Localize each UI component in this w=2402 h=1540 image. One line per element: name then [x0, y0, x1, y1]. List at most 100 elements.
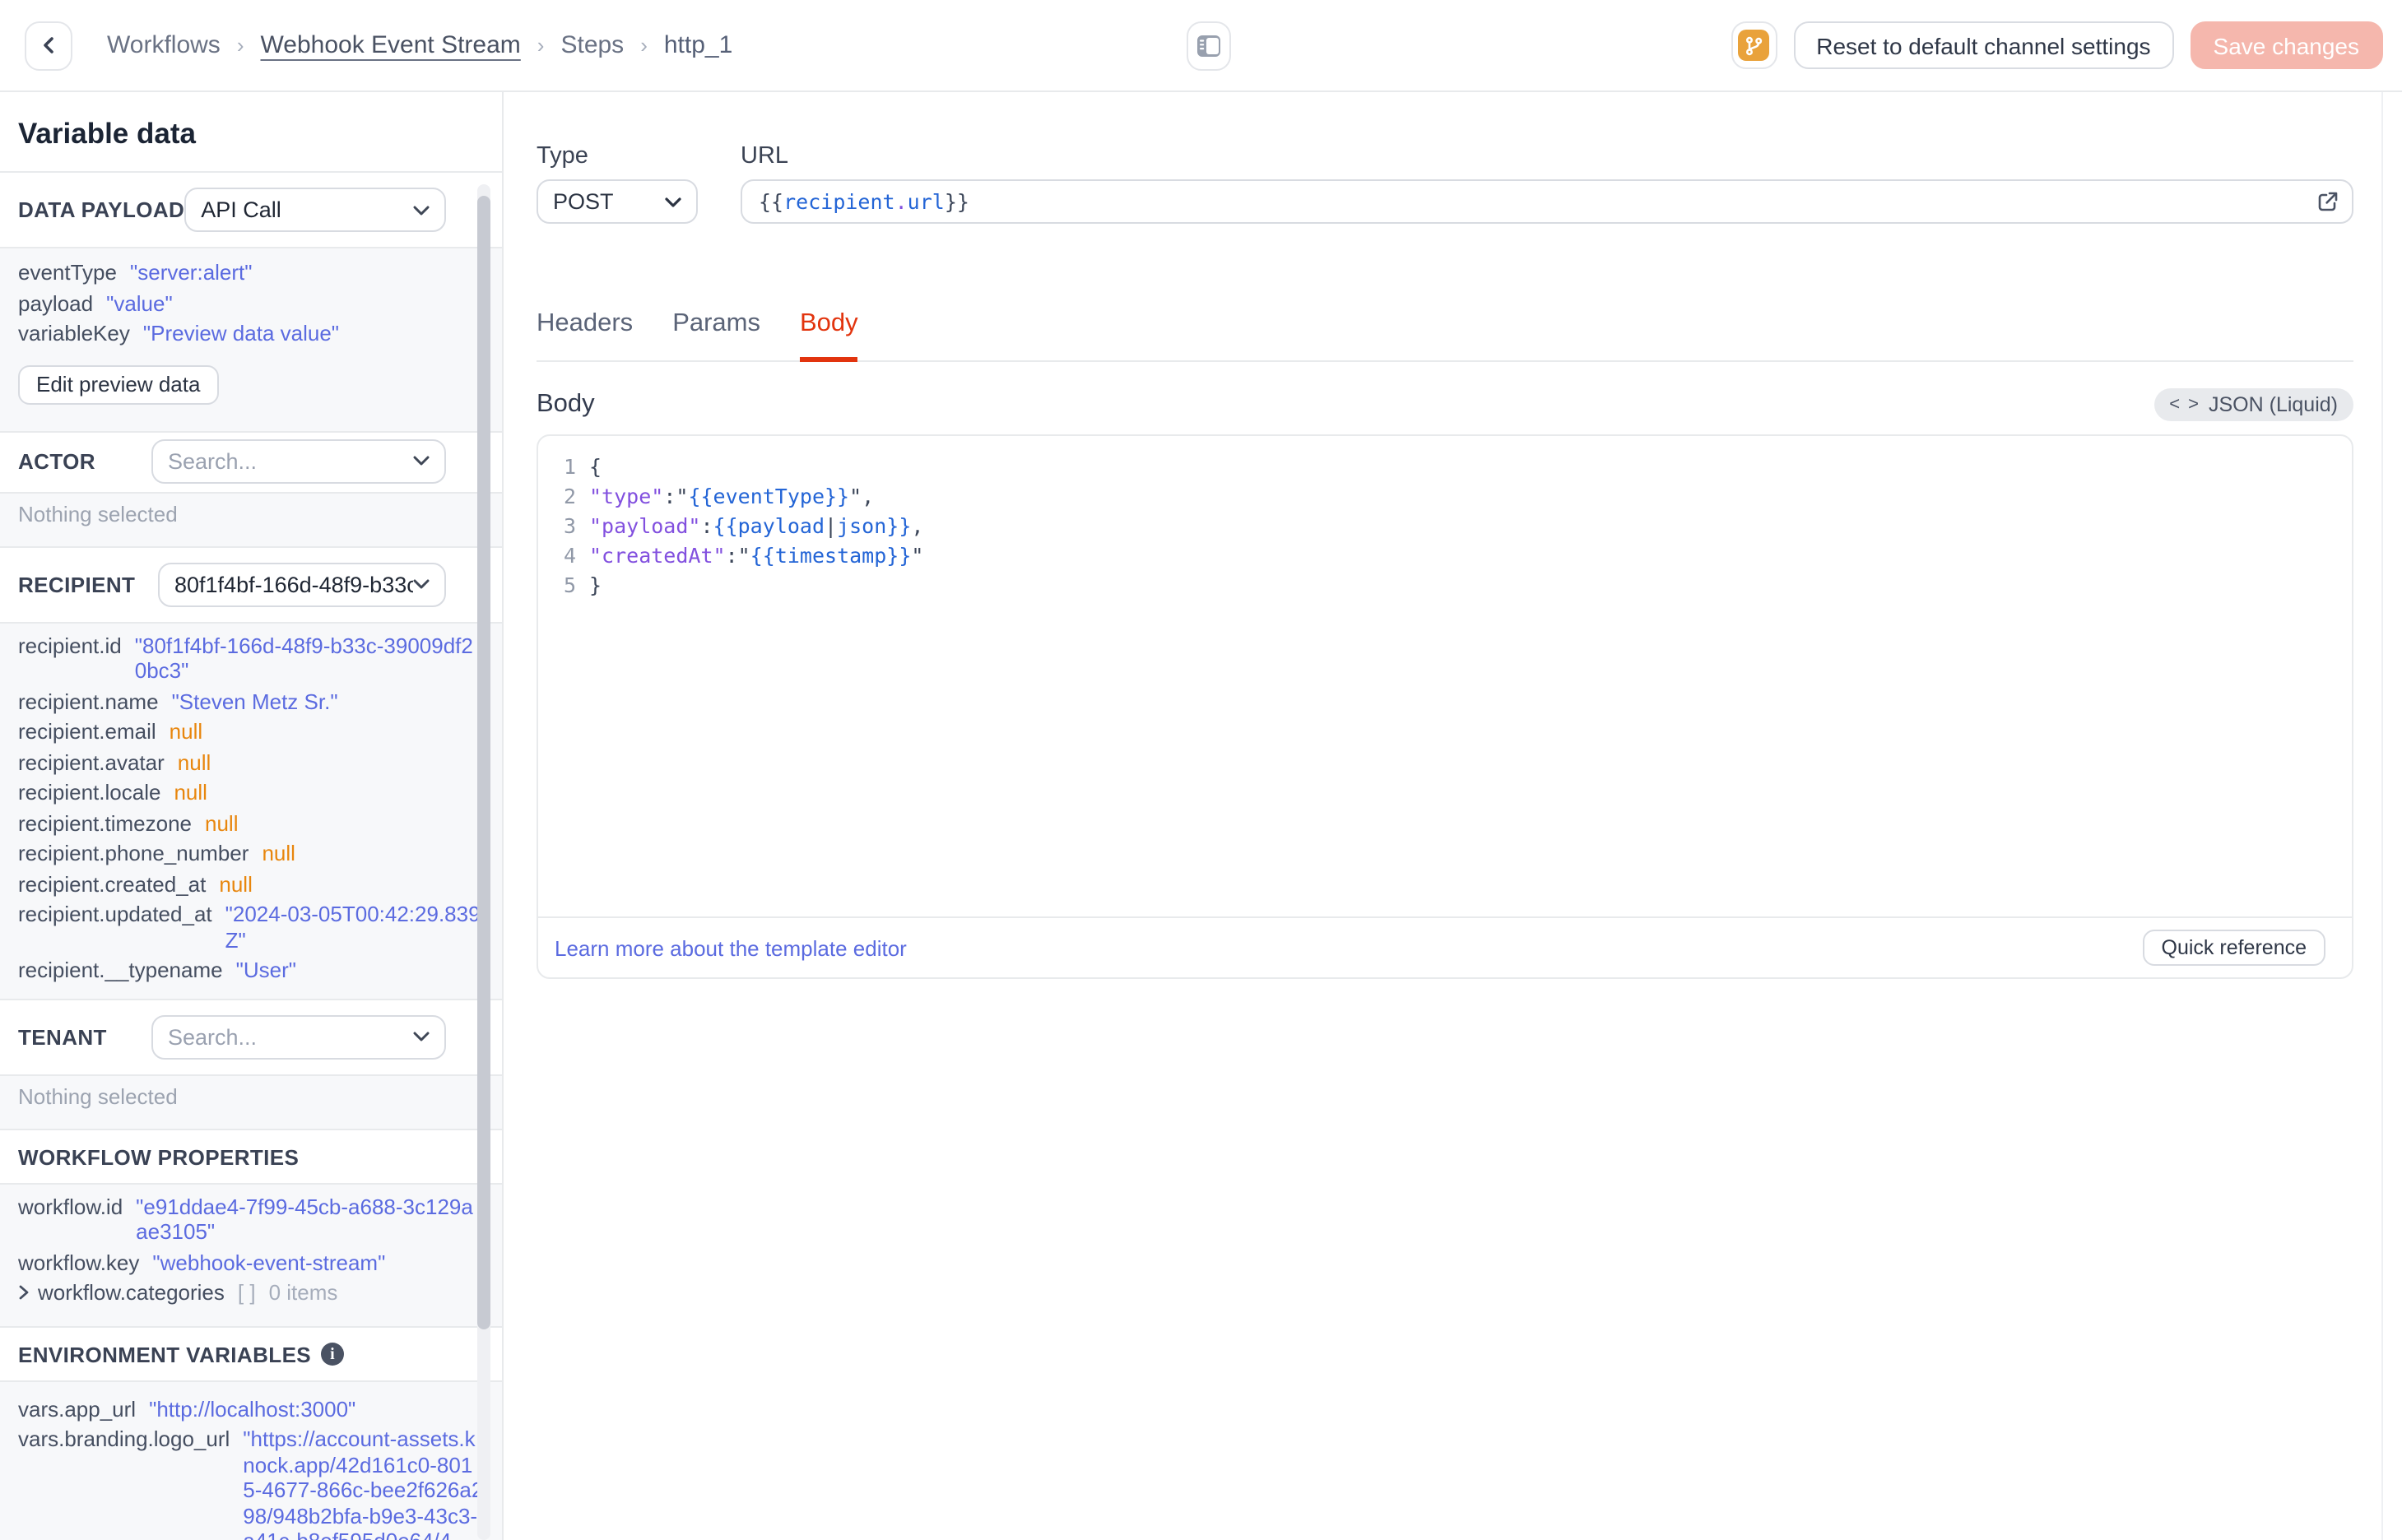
- kv-key: payload: [18, 290, 94, 315]
- kv-key: recipient.locale: [18, 780, 161, 805]
- line-number: 3: [563, 513, 576, 538]
- kv-row: recipient.created_at null: [18, 871, 484, 897]
- tenant-search-select[interactable]: Search...: [151, 1014, 446, 1059]
- type-label: Type: [537, 143, 588, 169]
- url-label: URL: [741, 143, 789, 169]
- kv-row: eventType "server:alert": [18, 260, 484, 285]
- http-method-select[interactable]: POST: [537, 179, 698, 224]
- tab-headers[interactable]: Headers: [537, 309, 633, 362]
- breadcrumb-separator: ›: [236, 33, 244, 58]
- breadcrumb-item[interactable]: Steps: [560, 31, 624, 59]
- chevron-left-icon: [39, 36, 58, 54]
- edit-preview-data-button[interactable]: Edit preview data: [18, 364, 219, 404]
- kv-key: recipient.timezone: [18, 810, 192, 835]
- code-editor-area[interactable]: 1{2 "type": " {{eventType}} ", 3 "payload": {…: [538, 436, 2351, 916]
- kv-key: recipient.__typename: [18, 958, 223, 982]
- breadcrumb-item[interactable]: Workflows: [107, 31, 221, 59]
- kv-value: "e91ddae4-7f99-45cb-a688-3c129aae3105": [136, 1194, 473, 1244]
- language-badge-text: JSON (Liquid): [2209, 393, 2338, 416]
- kv-value: "server:alert": [130, 260, 253, 285]
- kv-key: eventType: [18, 260, 117, 285]
- toggle-sidebar-button[interactable]: [1187, 21, 1231, 71]
- panel-left-icon: [1196, 35, 1221, 58]
- actor-search-select[interactable]: Search...: [151, 438, 446, 483]
- code-token: }}: [944, 189, 969, 214]
- url-input-value: {{recipient.url}}: [759, 189, 969, 214]
- external-link-icon[interactable]: [2316, 191, 2338, 212]
- save-changes-button[interactable]: Save changes: [2190, 21, 2382, 69]
- code-token: }: [589, 573, 602, 597]
- kv-row: payload "value": [18, 290, 484, 316]
- line-number: 5: [563, 573, 576, 597]
- kv-key: workflow.categories: [38, 1280, 225, 1305]
- code-token: ": [737, 543, 750, 568]
- body-section-header: Body < > JSON (Liquid): [537, 388, 2353, 421]
- main-scroll-gutter: [2381, 92, 2383, 1540]
- kv-value: null: [262, 841, 295, 865]
- template-editor: 1{2 "type": " {{eventType}} ", 3 "payload": {…: [537, 434, 2353, 979]
- code-token: url: [907, 189, 945, 214]
- code-line: 4 "createdAt": " {{timestamp}} ": [538, 541, 2351, 571]
- kv-value: "Steven Metz Sr.": [171, 689, 338, 713]
- url-input[interactable]: {{recipient.url}}: [741, 179, 2353, 224]
- kv-row: workflow.id "e91ddae4-7f99-45cb-a688-3c12…: [18, 1194, 484, 1245]
- breadcrumb-item[interactable]: Webhook Event Stream: [261, 31, 521, 59]
- reset-channel-settings-button[interactable]: Reset to default channel settings: [1793, 21, 2174, 69]
- kv-row: vars.app_url "http://localhost:3000": [18, 1396, 484, 1422]
- recipient-row: RECIPIENT 80f1f4bf-166d-48f9-b33c: [0, 547, 502, 623]
- line-number: 1: [563, 454, 576, 479]
- code-token: ,: [911, 513, 924, 538]
- environment-variables-heading-text: ENVIRONMENT VARIABLES: [18, 1342, 312, 1366]
- request-type-url-row: Type POST URL {{recipient.url}}: [537, 143, 2353, 224]
- code-token: ": [676, 484, 689, 508]
- data-payload-select[interactable]: API Call: [184, 188, 446, 232]
- recipient-label: RECIPIENT: [18, 572, 136, 596]
- code-token: :: [725, 543, 738, 568]
- language-badge: < > JSON (Liquid): [2154, 388, 2353, 421]
- code-token: "type": [589, 484, 664, 508]
- actor-row: ACTOR Search...: [0, 432, 502, 493]
- back-button[interactable]: [25, 21, 72, 70]
- line-number: 2: [563, 484, 576, 508]
- recipient-select-value: 80f1f4bf-166d-48f9-b33c: [174, 572, 413, 596]
- kv-key: recipient.updated_at: [18, 902, 212, 926]
- breadcrumb-item[interactable]: http_1: [664, 31, 732, 59]
- pending-changes-button[interactable]: [1731, 21, 1777, 69]
- tenant-empty-text: Nothing selected: [18, 1083, 178, 1108]
- line-number: 4: [563, 543, 576, 568]
- variable-data-sidebar: Variable data DATA PAYLOAD API Call even…: [0, 92, 504, 1540]
- kv-value: null: [174, 780, 207, 805]
- quick-reference-button[interactable]: Quick reference: [2143, 930, 2325, 966]
- request-tabs: Headers Params Body: [537, 309, 2353, 362]
- breadcrumb: Workflows › Webhook Event Stream › Steps › htt…: [107, 31, 732, 59]
- workflow-properties-heading-text: WORKFLOW PROPERTIES: [18, 1144, 300, 1169]
- kv-value: null: [177, 749, 211, 774]
- tab-body[interactable]: Body: [800, 309, 858, 362]
- workflow-step-editor-page: Workflows › Webhook Event Stream › Steps › htt…: [0, 0, 2402, 1540]
- kv-row: vars.branding.logo_url "https://account-a…: [18, 1426, 484, 1540]
- request-config-panel: Type POST URL {{recipient.url}} Headers P…: [505, 92, 2402, 1540]
- code-token: "createdAt": [589, 543, 726, 568]
- kv-row: variableKey "Preview data value": [18, 321, 484, 346]
- workflow-categories-row[interactable]: workflow.categories [ ] 0 items: [18, 1280, 484, 1306]
- git-branch-icon: [1738, 30, 1770, 61]
- kv-row: recipient.updated_at "2024-03-05T00:42:29…: [18, 902, 484, 953]
- code-token: "payload": [589, 513, 701, 538]
- empty-array-brackets: [ ]: [237, 1280, 256, 1305]
- code-token: recipient: [783, 189, 895, 214]
- kv-value: "Preview data value": [142, 321, 340, 346]
- kv-value: "http://localhost:3000": [149, 1396, 356, 1421]
- kv-key: recipient.created_at: [18, 871, 207, 896]
- tab-params[interactable]: Params: [672, 309, 760, 362]
- actor-empty-state: Nothing selected: [0, 493, 502, 547]
- info-icon[interactable]: i: [321, 1343, 345, 1366]
- sidebar-scrollbar-thumb[interactable]: [477, 196, 490, 1329]
- array-item-count: 0 items: [268, 1280, 338, 1305]
- learn-more-link[interactable]: Learn more about the template editor: [555, 935, 907, 960]
- code-token: {{payload: [713, 513, 825, 538]
- kv-value: null: [219, 871, 253, 896]
- kv-value: "https://account-assets.knock.app/42d161…: [243, 1426, 484, 1540]
- recipient-select[interactable]: 80f1f4bf-166d-48f9-b33c: [158, 562, 446, 606]
- code-line: 2 "type": " {{eventType}} ",: [538, 482, 2351, 512]
- request-url-field: URL {{recipient.url}}: [741, 143, 2353, 224]
